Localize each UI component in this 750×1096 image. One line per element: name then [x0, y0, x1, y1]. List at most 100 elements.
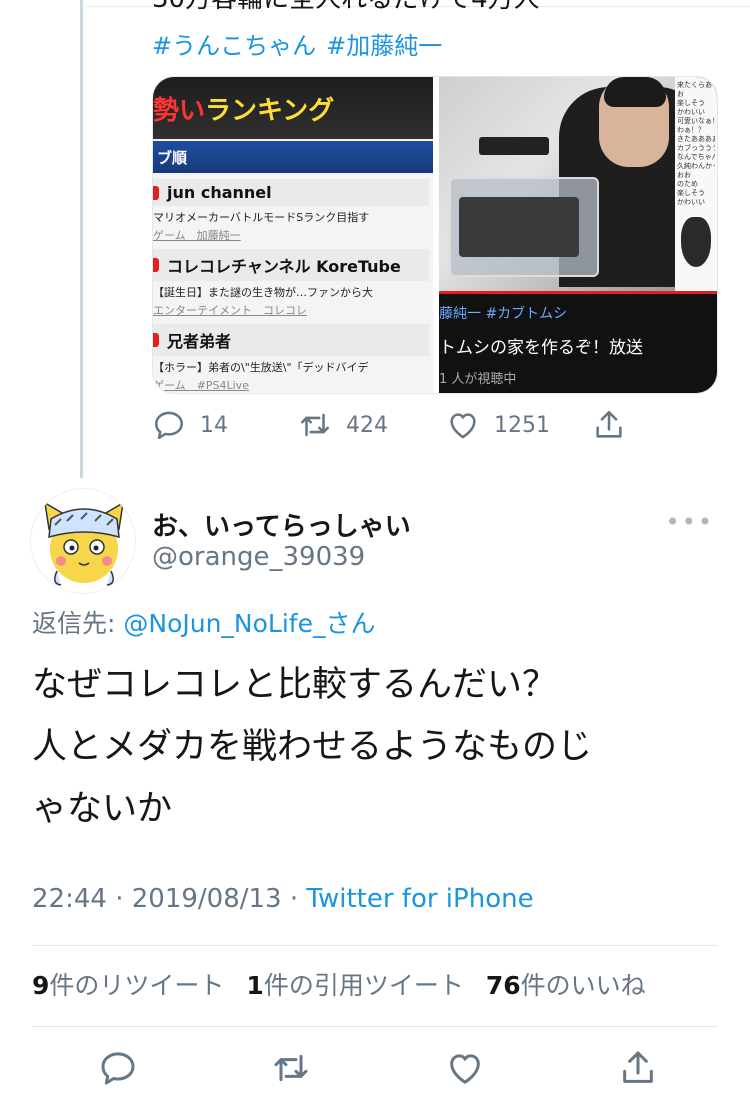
- like-stat-label: 件のいいね: [520, 971, 646, 1000]
- person-hair-shape: [604, 77, 666, 107]
- like-stat[interactable]: 76件のいいね: [486, 966, 646, 1002]
- ranking-item: コレコレチャンネル KoreTube 【誕生日】また謎の生き物が…ファンから大 …: [153, 243, 433, 318]
- separator: ·: [115, 884, 124, 914]
- reply-icon[interactable]: [98, 1048, 138, 1088]
- more-options-icon[interactable]: •••: [666, 508, 714, 536]
- comment-line: わぁ！？: [677, 126, 705, 134]
- share-button[interactable]: [592, 408, 626, 442]
- ranking-item: jun channel マリオメーカーバトルモードSランク目指す ゲーム 加藤純…: [153, 173, 433, 243]
- ranking-title-red: 勢い: [153, 95, 206, 126]
- like-button[interactable]: 1251: [446, 408, 592, 442]
- tweet-text: なぜコレコレと比較するんだい？ 人とメダカを戦わせるようなものじ ゃないか: [32, 654, 722, 840]
- divider: [32, 945, 718, 946]
- hashtag-link[interactable]: #うんこちゃん: [152, 32, 316, 60]
- bullet-icon: [153, 185, 159, 200]
- beetle-icon: [681, 217, 711, 267]
- comment-line: きたああああ: [677, 135, 715, 143]
- hashtag-link[interactable]: #加藤純一: [326, 32, 442, 60]
- reply-button[interactable]: 14: [152, 408, 298, 442]
- reply-to-mention[interactable]: @NoJun_NoLife_さん: [123, 609, 375, 638]
- reply-to-line: 返信先: @NoJun_NoLife_さん: [32, 604, 376, 640]
- reply-icon: [154, 411, 184, 440]
- ranking-item-desc: マリオメーカーバトルモードSランク目指す: [153, 211, 370, 224]
- comment-line: なんでちゃん: [677, 153, 715, 161]
- user-handle[interactable]: @orange_39039: [152, 542, 365, 572]
- tweet-date: 2019/08/13: [131, 884, 282, 914]
- like-count: 1251: [494, 412, 550, 438]
- like-stat-count: 76: [485, 971, 521, 1000]
- ranking-subheader: ブ順: [153, 141, 433, 173]
- comment-line: お: [677, 90, 684, 98]
- previous-tweet-text: 30万客輪に全人れるだけで4万人: [152, 0, 540, 15]
- video-tags: 藤純一 #カブトムシ: [439, 306, 568, 322]
- separator: ·: [289, 884, 299, 914]
- video-viewers: 1 人が視聴中: [439, 372, 517, 387]
- bullet-icon: [153, 258, 159, 272]
- reply-count: 14: [200, 412, 228, 438]
- display-name[interactable]: お、いってらっしゃい: [152, 506, 411, 543]
- comment-line: のため: [677, 180, 698, 188]
- comment-line: 可愛いなぁ！: [677, 117, 715, 125]
- divider: [32, 1026, 718, 1027]
- ranking-item-title: コレコレチャンネル KoreTube: [167, 257, 401, 276]
- bullet-icon: [153, 333, 159, 347]
- tweet-client-link[interactable]: Twitter for iPhone: [306, 884, 533, 914]
- comment-line: 楽しそう: [677, 189, 705, 197]
- retweet-icon: [300, 413, 330, 437]
- comment-line: かわいい: [677, 108, 705, 116]
- ranking-item-desc: 【誕生日】また謎の生き物が…ファンから大: [153, 286, 373, 299]
- retweet-stat-label: 件のリツイート: [49, 971, 225, 1000]
- comment-line: かわいい: [677, 198, 705, 206]
- tweet-metadata: 22:44 · 2019/08/13 · Twitter for iPhone: [32, 884, 534, 914]
- retweet-button[interactable]: 424: [298, 408, 446, 442]
- tweet-text-line: ゃないか: [32, 789, 173, 829]
- like-icon[interactable]: [445, 1048, 485, 1088]
- comment-line: 楽しそう: [677, 99, 705, 107]
- ranking-header: 勢いランキング: [153, 77, 433, 139]
- ranking-item-title: 兄者弟者: [167, 332, 232, 351]
- comment-panel: 来たくらあ お 楽しそう かわいい 可愛いなぁ！ わぁ！？ きたああああ カブっ…: [675, 77, 717, 291]
- ranking-title-yellow: ランキング: [205, 95, 335, 126]
- retweet-icon[interactable]: [271, 1048, 311, 1088]
- container-soil-shape: [459, 197, 579, 257]
- tweet-actions: [98, 1048, 658, 1088]
- ranking-item: 兄者弟者 【ホラー】弟者の\"生放送\"「デッドバイデ ゲーム #PS4Live: [153, 318, 433, 393]
- hashtags: #うんこちゃん #加藤純一: [152, 26, 452, 61]
- ranking-item-tags: ゲーム 加藤純一: [153, 229, 241, 242]
- video-progress-bar: [439, 291, 717, 294]
- tweet-time: 22:44: [32, 884, 107, 914]
- quote-stat-count: 1: [246, 971, 264, 1000]
- tweet-text-line: なぜコレコレと比較するんだい？: [32, 665, 558, 705]
- ranking-title: 勢いランキング: [153, 90, 334, 127]
- thread-line: [80, 0, 83, 478]
- tweet-text-line: 人とメダカを戦わせるようなものじ: [32, 727, 593, 767]
- ranking-item-desc: 【ホラー】弟者の\"生放送\"「デッドバイデ: [153, 361, 369, 374]
- ranking-image[interactable]: 勢いランキング ブ順 jun channel マリオメーカーバトルモードSランク…: [153, 77, 433, 393]
- share-icon: [596, 410, 622, 438]
- quote-stat[interactable]: 1件の引用ツイート: [246, 966, 463, 1002]
- ranking-item-title: jun channel: [167, 183, 272, 202]
- comment-line: 来たくらあ: [677, 81, 712, 89]
- tweet-stats: 9件のリツイート 1件の引用ツイート 76件のいいね: [32, 966, 668, 1002]
- ranking-item-tags: エンターテイメント コレコレ: [153, 304, 307, 317]
- stream-image[interactable]: 来たくらあ お 楽しそう かわいい 可愛いなぁ！ わぁ！？ きたああああ カブっ…: [439, 77, 717, 393]
- like-icon: [450, 413, 476, 439]
- comment-line: おお: [677, 171, 691, 179]
- cat-avatar-image: [44, 501, 124, 586]
- share-icon[interactable]: [618, 1048, 658, 1088]
- camera-shape: [479, 137, 549, 155]
- comment-line: 久純わんかっ: [677, 162, 715, 170]
- retweet-stat-count: 9: [32, 971, 50, 1000]
- media-grid[interactable]: 勢いランキング ブ順 jun channel マリオメーカーバトルモードSランク…: [152, 76, 718, 394]
- reply-to-label: 返信先:: [32, 609, 124, 638]
- avatar[interactable]: [30, 488, 136, 594]
- video-info: 藤純一 #カブトムシ トムシの家を作るぞ！放送 1 人が視聴中: [439, 303, 717, 387]
- previous-tweet-actions: 14 424 1251: [152, 408, 626, 442]
- retweet-stat[interactable]: 9件のリツイート: [32, 966, 224, 1002]
- retweet-count: 424: [346, 412, 388, 438]
- video-frame: [439, 77, 675, 291]
- quote-stat-label: 件の引用ツイート: [263, 971, 464, 1000]
- ranking-item-tags: ゲーム #PS4Live: [153, 379, 249, 392]
- video-title: トムシの家を作るぞ！放送: [439, 338, 643, 358]
- comment-line: カブっううう: [677, 144, 715, 152]
